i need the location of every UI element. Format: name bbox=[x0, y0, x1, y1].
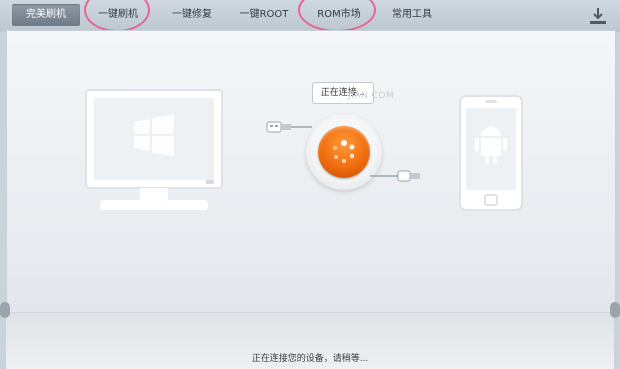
download-icon[interactable] bbox=[588, 6, 608, 26]
top-navigation-bar: 完美刷机 一键刷机 一键修复 一键ROOT ROM市场 常用工具 bbox=[0, 0, 620, 32]
tab-one-click-repair[interactable]: 一键修复 bbox=[160, 4, 224, 26]
highlight-circle bbox=[298, 0, 376, 32]
loading-spinner-icon bbox=[333, 140, 355, 163]
highlight-circle bbox=[84, 0, 150, 32]
tab-one-click-root[interactable]: 一键ROOT bbox=[232, 4, 296, 26]
right-scroll-handle[interactable] bbox=[610, 302, 620, 318]
status-bar: 正在连接您的设备，请稍等... bbox=[6, 312, 614, 369]
usb-plug-icon bbox=[266, 121, 312, 133]
usb-cable-icon bbox=[370, 170, 420, 182]
connect-button-core[interactable] bbox=[318, 126, 370, 178]
watermark-text: JIAN.COM bbox=[348, 91, 395, 101]
computer-icon bbox=[85, 89, 223, 210]
left-scroll-handle[interactable] bbox=[0, 302, 10, 318]
status-text: 正在连接您的设备，请稍等... bbox=[251, 354, 369, 364]
tab-common-tools[interactable]: 常用工具 bbox=[380, 4, 444, 26]
android-phone-icon bbox=[459, 95, 523, 211]
tab-perfect-flash[interactable]: 完美刷机 bbox=[12, 4, 80, 26]
